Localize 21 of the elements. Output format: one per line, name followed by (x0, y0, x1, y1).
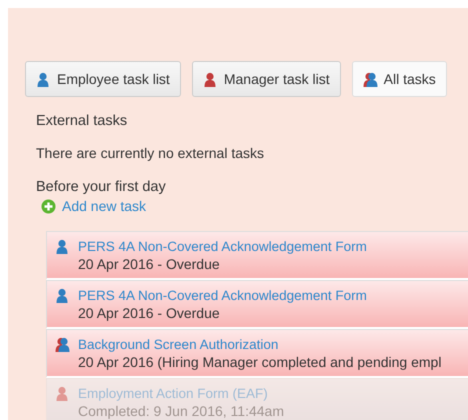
person-icon (55, 288, 70, 302)
add-icon (41, 198, 56, 214)
person-icon (202, 72, 218, 86)
section-heading: External tasks (36, 113, 128, 129)
task-detail: 20 Apr 2016 - Overdue (78, 256, 221, 272)
person-icon (55, 238, 70, 254)
person-icon (55, 386, 70, 400)
task-detail: Completed: 9 Jun 2016, 11:44am (78, 402, 284, 418)
section-heading: Before your first day (36, 179, 167, 195)
task-row[interactable]: PERS 4A Non-Covered Acknowledgement Form 20 Apr 2016 - Overdue (46, 230, 468, 280)
task-row[interactable]: Background Screen Authorization 20 Apr 2016 (Hiring Manager completed and pending empl (46, 328, 468, 378)
tab[interactable]: Employee task list (25, 61, 181, 97)
task-row[interactable]: PERS 4A Non-Covered Acknowledgement Form 20 Apr 2016 - Overdue (46, 280, 468, 328)
person-icon (36, 72, 51, 86)
tab[interactable]: Manager task list (192, 61, 341, 97)
people-icon (362, 72, 378, 86)
task-detail: 20 Apr 2016 - Overdue (78, 304, 221, 320)
empty-message: There are currently no external tasks (36, 145, 265, 161)
tab[interactable]: All tasks (352, 61, 447, 97)
task-detail: 20 Apr 2016 (Hiring Manager completed and pending empl (78, 354, 442, 370)
people-icon (55, 336, 70, 352)
